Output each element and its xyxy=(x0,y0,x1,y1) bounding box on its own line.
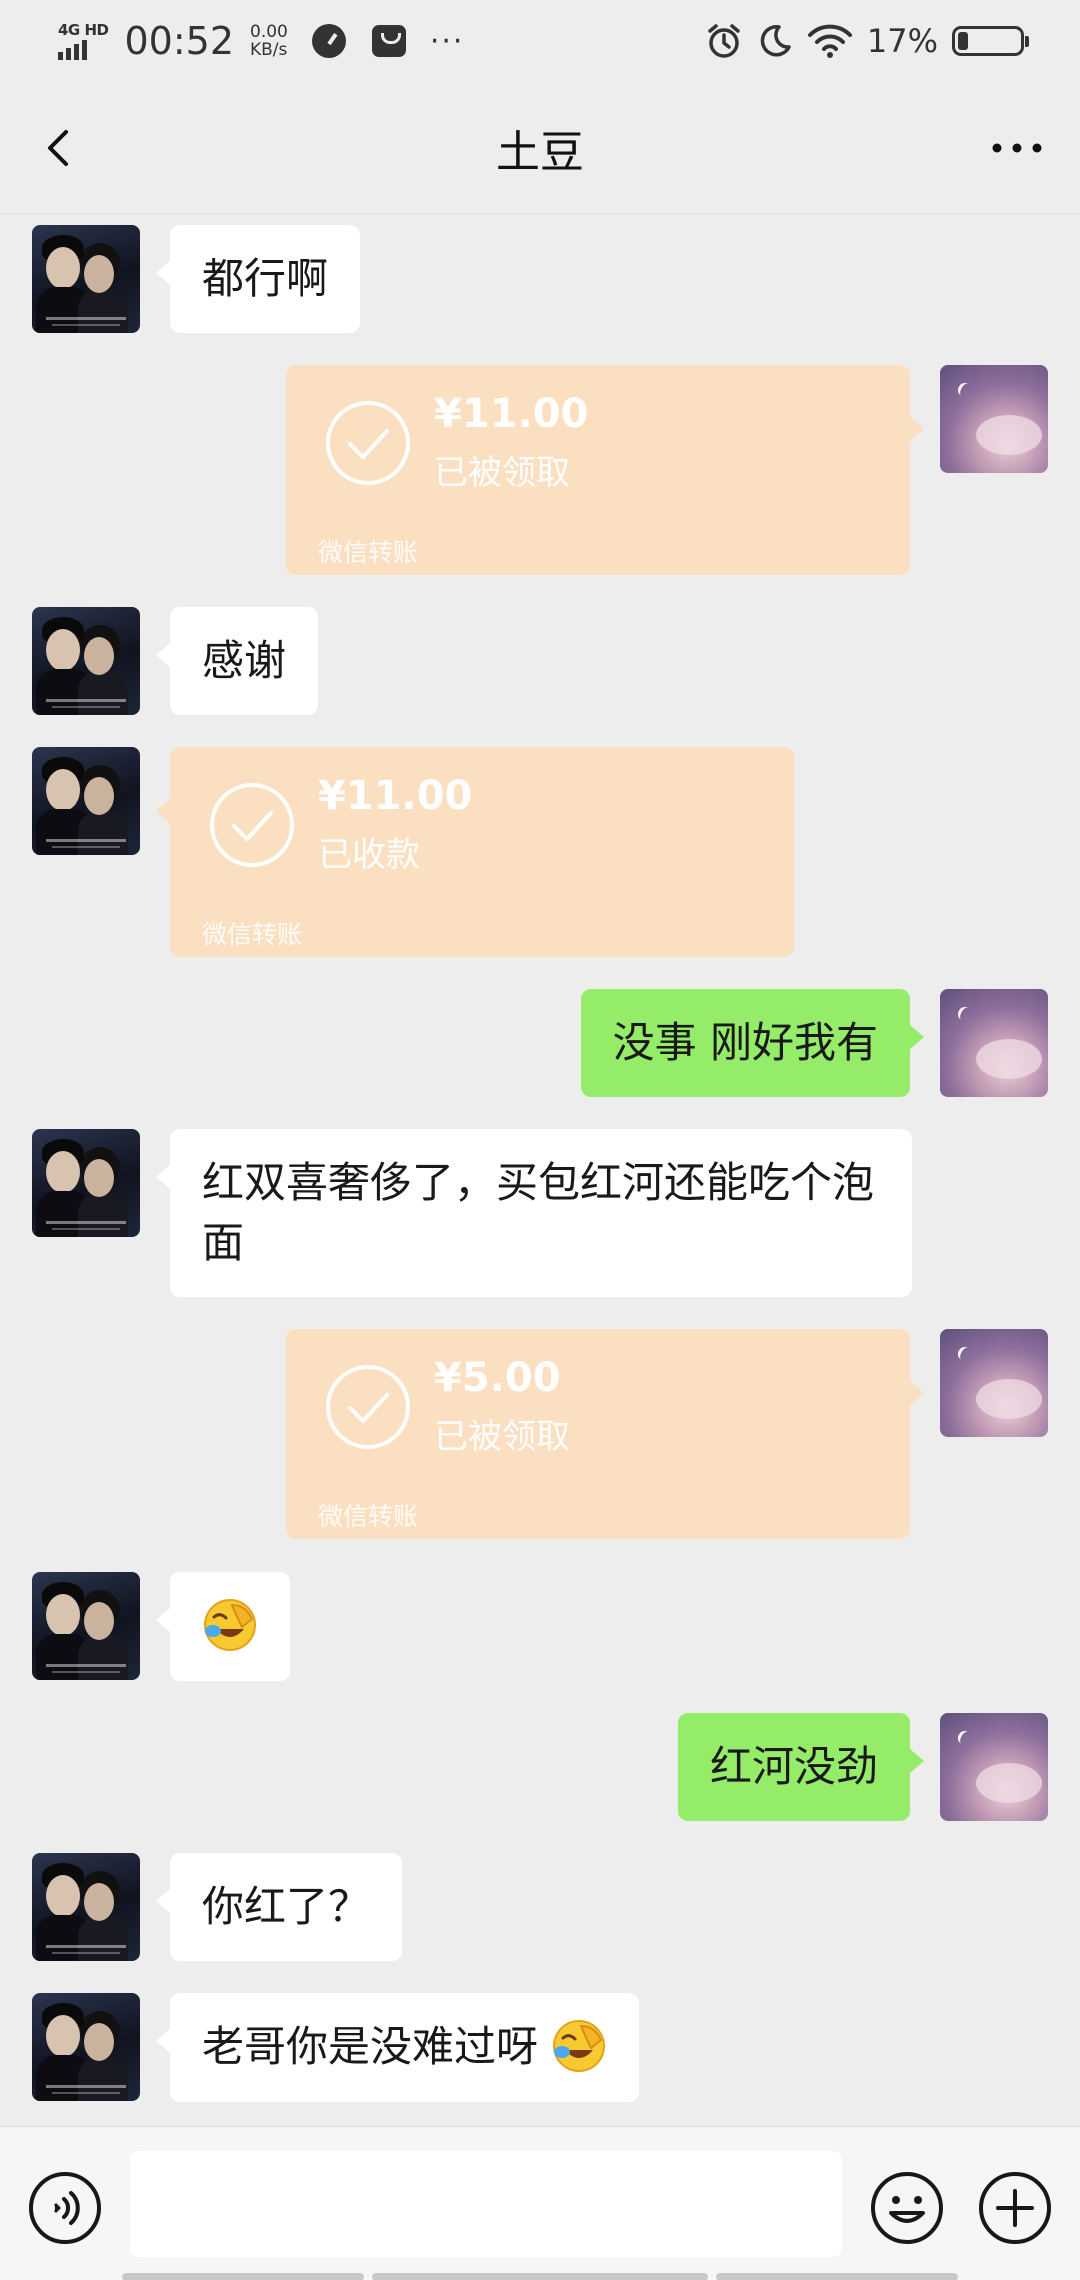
speed-unit: KB/s xyxy=(250,40,288,60)
message-text: 都行啊 xyxy=(202,254,329,303)
message-text: 红双喜奢侈了，买包红河还能吃个泡面 xyxy=(202,1158,875,1267)
check-circle-icon xyxy=(210,783,294,867)
chevron-left-icon[interactable] xyxy=(30,118,90,178)
transfer-amount: ¥5.00 xyxy=(434,1355,561,1401)
network-type: 4G HD xyxy=(58,20,109,39)
transfer-status: 已被领取 xyxy=(434,453,570,493)
status-time: 00:52 xyxy=(124,19,234,63)
transfer-card-received[interactable]: ¥11.00 已收款 微信转账 xyxy=(156,747,794,957)
transfer-label: 微信转账 xyxy=(318,1502,419,1531)
battery-icon xyxy=(952,26,1029,56)
contact-avatar[interactable] xyxy=(32,1993,140,2101)
check-circle-icon xyxy=(326,1365,410,1449)
transfer-label: 微信转账 xyxy=(202,920,303,949)
incoming-message[interactable]: 都行啊 xyxy=(155,225,361,333)
message-text: 你红了？ xyxy=(202,1882,371,1931)
more-dots-icon[interactable] xyxy=(984,118,1050,178)
message-input[interactable] xyxy=(130,2151,842,2257)
alarm-icon xyxy=(708,24,740,58)
contact-avatar[interactable] xyxy=(32,607,140,715)
signal-icon xyxy=(58,39,87,60)
contact-avatar[interactable] xyxy=(32,747,140,855)
incoming-message[interactable]: 红双喜奢侈了，买包红河还能吃个泡面 xyxy=(156,1129,912,1297)
battery-percent: 17% xyxy=(866,22,938,60)
message-text: 老哥你是没难过呀 xyxy=(202,2022,539,2071)
my-avatar[interactable] xyxy=(940,1329,1048,1437)
incoming-message[interactable]: 感谢 xyxy=(155,607,319,715)
chat-title: 土豆 xyxy=(496,126,584,178)
chat-header: 土豆 xyxy=(0,82,1080,214)
my-avatar[interactable] xyxy=(940,1713,1048,1821)
status-bar: 4G HD 00:52 0.00 KB/s ··· 17% xyxy=(0,0,1080,82)
wifi-icon xyxy=(807,24,852,58)
transfer-status: 已收款 xyxy=(318,835,420,875)
contact-avatar[interactable] xyxy=(32,1572,140,1680)
contact-avatar[interactable] xyxy=(32,1129,140,1237)
plus-icon[interactable] xyxy=(978,2171,1052,2245)
contact-avatar[interactable] xyxy=(32,1853,140,1961)
transfer-card-sent[interactable]: ¥5.00 已被领取 微信转账 xyxy=(286,1329,924,1539)
message-list[interactable]: 都行啊 ¥11.00 已被领取 微信转账 感谢 ¥11.00 已收款 微信转账 … xyxy=(0,215,1080,2125)
emoji-icon[interactable] xyxy=(870,2171,944,2245)
speed-value: 0.00 xyxy=(250,22,288,42)
my-avatar[interactable] xyxy=(940,989,1048,1097)
transfer-status: 已被领取 xyxy=(434,1417,570,1457)
my-avatar[interactable] xyxy=(940,365,1048,473)
outgoing-message[interactable]: 红河没劲 xyxy=(677,1713,925,1821)
contact-avatar[interactable] xyxy=(32,225,140,333)
message-text: 没事 刚好我有 xyxy=(612,1018,878,1067)
home-indicator xyxy=(372,2273,708,2280)
incoming-message[interactable]: 老哥你是没难过呀 xyxy=(155,1993,640,2102)
transfer-card-sent[interactable]: ¥11.00 已被领取 微信转账 xyxy=(286,365,924,575)
transfer-amount: ¥11.00 xyxy=(434,391,589,437)
home-indicator xyxy=(122,2273,364,2280)
incoming-message[interactable] xyxy=(156,1572,290,1681)
network-speed: 0.00 KB/s xyxy=(250,23,288,59)
message-text: 红河没劲 xyxy=(709,1742,878,1791)
moon-icon xyxy=(760,25,791,57)
input-bar xyxy=(0,2126,1080,2280)
status-overflow: ··· xyxy=(429,23,465,59)
facepalm-laughing-emoji-icon xyxy=(204,1598,256,1651)
transfer-label: 微信转账 xyxy=(318,538,419,567)
inbox-icon xyxy=(371,25,406,57)
home-indicator xyxy=(716,2273,958,2280)
message-text: 感谢 xyxy=(202,636,287,685)
transfer-amount: ¥11.00 xyxy=(318,773,473,819)
facepalm-laughing-emoji-icon xyxy=(553,2019,606,2072)
outgoing-message[interactable]: 没事 刚好我有 xyxy=(580,989,925,1097)
voice-icon[interactable] xyxy=(28,2171,102,2245)
check-circle-icon xyxy=(326,401,410,485)
incoming-message[interactable]: 你红了？ xyxy=(155,1853,403,1961)
gauge-icon xyxy=(311,24,346,58)
network-indicator: 4G HD xyxy=(58,20,109,60)
